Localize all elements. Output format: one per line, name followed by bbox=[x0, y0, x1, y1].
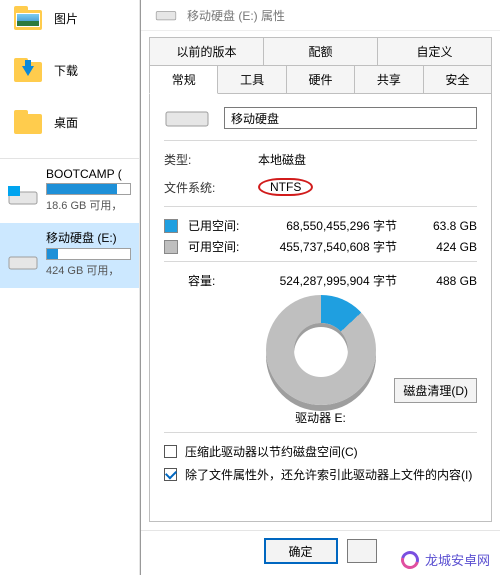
tab-sharing[interactable]: 共享 bbox=[355, 65, 423, 94]
filesystem-label: 文件系统: bbox=[164, 179, 244, 196]
free-space-label: 可用空间: bbox=[188, 238, 258, 255]
used-space-bytes: 68,550,455,296 字节 bbox=[268, 217, 407, 234]
free-space-swatch bbox=[164, 240, 178, 254]
free-space-bytes: 455,737,540,608 字节 bbox=[268, 238, 407, 255]
type-value: 本地磁盘 bbox=[258, 151, 306, 168]
disk-cleanup-button[interactable]: 磁盘清理(D) bbox=[394, 378, 477, 403]
checkbox-icon[interactable] bbox=[164, 468, 177, 481]
capacity-bytes: 524,287,995,904 字节 bbox=[268, 272, 407, 289]
drive-icon bbox=[8, 251, 38, 273]
index-checkbox-row[interactable]: 除了文件属性外，还允许索引此驱动器上文件的内容(I) bbox=[164, 466, 477, 483]
nav-desktop[interactable]: 桌面 bbox=[0, 104, 139, 156]
separator bbox=[164, 432, 477, 433]
drive-subtext: 18.6 GB 可用， bbox=[46, 197, 131, 213]
next-button[interactable] bbox=[347, 539, 377, 563]
tab-previous-versions[interactable]: 以前的版本 bbox=[149, 37, 264, 65]
tabs-row-top: 以前的版本 配额 自定义 bbox=[149, 37, 492, 65]
volume-name-input[interactable] bbox=[224, 107, 477, 129]
explorer-sidebar: 图片 下载 桌面 BOOTCAMP ( 18.6 GB 可用， 移动硬盘 (E:… bbox=[0, 0, 140, 575]
separator bbox=[164, 206, 477, 207]
tab-tools[interactable]: 工具 bbox=[218, 65, 286, 94]
usage-bar bbox=[46, 183, 131, 195]
compress-checkbox-row[interactable]: 压缩此驱动器以节约磁盘空间(C) bbox=[164, 443, 477, 460]
drive-subtext: 424 GB 可用， bbox=[46, 262, 131, 278]
disk-usage-pie-icon bbox=[266, 295, 376, 405]
filesystem-value-highlighted: NTFS bbox=[258, 178, 313, 196]
properties-dialog: 移动硬盘 (E:) 属性 以前的版本 配额 自定义 常规 工具 硬件 共享 安全… bbox=[140, 0, 500, 575]
used-space-human: 63.8 GB bbox=[417, 219, 477, 233]
ok-button[interactable]: 确定 bbox=[265, 539, 337, 563]
tab-panel-general: 类型: 本地磁盘 文件系统: NTFS 已用空间: 68,550,455,296… bbox=[149, 93, 492, 522]
tab-customize[interactable]: 自定义 bbox=[378, 37, 492, 65]
nav-label: 桌面 bbox=[54, 114, 78, 131]
checkbox-icon[interactable] bbox=[164, 445, 177, 458]
tabs-row-bottom: 常规 工具 硬件 共享 安全 bbox=[149, 65, 492, 94]
free-space-human: 424 GB bbox=[417, 240, 477, 254]
drive-bootcamp[interactable]: BOOTCAMP ( 18.6 GB 可用， bbox=[0, 161, 139, 223]
separator bbox=[164, 140, 477, 141]
drive-caption: 驱动器 E: bbox=[164, 409, 477, 426]
capacity-label: 容量: bbox=[188, 272, 258, 289]
watermark-text: 龙城安卓网 bbox=[425, 550, 490, 569]
type-label: 类型: bbox=[164, 151, 244, 168]
drive-icon bbox=[8, 186, 38, 208]
nav-pictures[interactable]: 图片 bbox=[0, 0, 139, 52]
usage-bar bbox=[46, 248, 131, 260]
capacity-human: 488 GB bbox=[417, 274, 477, 288]
nav-label: 图片 bbox=[54, 10, 78, 27]
watermark-logo-icon bbox=[398, 547, 423, 572]
drive-name: BOOTCAMP ( bbox=[46, 167, 131, 181]
tab-general[interactable]: 常规 bbox=[149, 65, 218, 94]
tab-quota[interactable]: 配额 bbox=[264, 37, 378, 65]
drive-name: 移动硬盘 (E:) bbox=[46, 229, 131, 246]
pictures-folder-icon bbox=[14, 6, 42, 30]
drive-icon bbox=[164, 106, 210, 130]
dialog-titlebar: 移动硬盘 (E:) 属性 bbox=[141, 0, 500, 31]
used-space-swatch bbox=[164, 219, 178, 233]
desktop-folder-icon bbox=[14, 110, 42, 134]
dialog-title: 移动硬盘 (E:) 属性 bbox=[187, 7, 285, 24]
downloads-folder-icon bbox=[14, 58, 42, 82]
used-space-label: 已用空间: bbox=[188, 217, 258, 234]
compress-label: 压缩此驱动器以节约磁盘空间(C) bbox=[185, 443, 358, 460]
index-label: 除了文件属性外，还允许索引此驱动器上文件的内容(I) bbox=[185, 466, 472, 483]
drive-removable-e[interactable]: 移动硬盘 (E:) 424 GB 可用， bbox=[0, 223, 139, 288]
drive-icon bbox=[156, 7, 177, 22]
separator bbox=[0, 158, 139, 159]
tab-security[interactable]: 安全 bbox=[424, 65, 492, 94]
watermark: 龙城安卓网 bbox=[395, 548, 496, 571]
tab-hardware[interactable]: 硬件 bbox=[287, 65, 355, 94]
nav-downloads[interactable]: 下载 bbox=[0, 52, 139, 104]
nav-label: 下载 bbox=[54, 62, 78, 79]
separator bbox=[164, 261, 477, 262]
